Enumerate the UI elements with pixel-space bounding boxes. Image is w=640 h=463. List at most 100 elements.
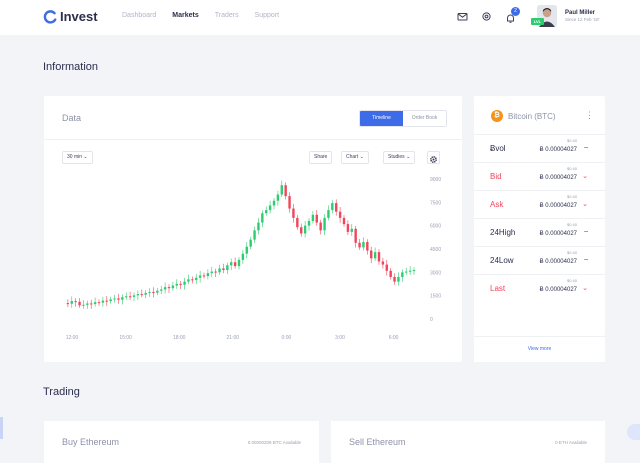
candle-body xyxy=(265,210,268,214)
share-button[interactable]: Share xyxy=(309,151,333,164)
candle-body xyxy=(245,246,248,254)
user-name[interactable]: Paul Miller xyxy=(565,10,595,16)
stat-usd: $0.40 xyxy=(566,166,577,171)
candle-body xyxy=(105,300,108,302)
candle-body xyxy=(288,196,291,209)
candle-body xyxy=(300,227,303,234)
stat-usd: $0.40 xyxy=(566,222,577,227)
view-more-link[interactable]: View more xyxy=(474,336,605,362)
candle-body xyxy=(350,228,353,232)
candle-body xyxy=(109,299,112,302)
candle-body xyxy=(163,287,167,290)
level-badge: LVL xyxy=(531,18,544,25)
y-tick-label: 4500 xyxy=(430,247,441,253)
candle-body xyxy=(362,242,365,248)
stat-value: Ƀ 0.00004027 xyxy=(539,147,577,153)
divider xyxy=(44,139,462,140)
logo[interactable]: Invest xyxy=(43,9,98,24)
candle-body xyxy=(303,225,307,234)
candle-body xyxy=(74,301,77,303)
candle-body xyxy=(198,275,202,278)
candle-body xyxy=(202,275,206,277)
chevron-down-icon: ⌄ xyxy=(83,154,88,160)
candle-body xyxy=(412,270,416,271)
dash-icon: – xyxy=(584,144,588,151)
chart-type-select[interactable]: Chart ⌄ xyxy=(341,151,369,164)
interval-select[interactable]: 30 min ⌄ xyxy=(62,151,93,164)
price-chart[interactable]: 9000 7500 6000 4500 3000 1500 0 12:00 15:00 18:00… xyxy=(44,165,462,345)
stat-label: 24High xyxy=(490,228,516,237)
y-tick-label: 3000 xyxy=(430,270,441,276)
stat-label: Bid xyxy=(490,172,502,181)
stat-label: Ƀvol xyxy=(490,144,506,153)
candle-body xyxy=(156,290,159,293)
candle-body xyxy=(257,222,260,231)
candle-body xyxy=(296,217,299,228)
candle-body xyxy=(66,303,70,305)
stat-row-24high: 24High $0.40 Ƀ 0.00004027 – xyxy=(474,218,605,246)
chevron-down-icon: ⌄ xyxy=(406,154,411,160)
more-options-icon[interactable]: ⋮ xyxy=(585,110,594,121)
studies-select[interactable]: Studies ⌄ xyxy=(383,151,416,164)
nav-item-dashboard[interactable]: Dashboard xyxy=(122,12,156,19)
y-tick-label: 9000 xyxy=(430,177,441,183)
sell-title: Sell Ethereum xyxy=(349,437,406,447)
nav-item-traders[interactable]: Traders xyxy=(215,12,239,19)
nav-item-markets[interactable]: Markets xyxy=(172,12,198,19)
chat-bubble[interactable] xyxy=(627,424,640,440)
chevron-down-icon: ⌄ xyxy=(582,201,588,208)
candle-body xyxy=(241,253,245,260)
notifications[interactable]: 2 xyxy=(505,7,520,23)
stat-usd: $0.40 xyxy=(566,278,577,283)
candle-body xyxy=(148,291,151,293)
candle-body xyxy=(210,271,213,274)
chart-label: Chart xyxy=(346,154,359,160)
tab-timeline[interactable]: Timeline xyxy=(360,111,403,126)
candle-body xyxy=(128,296,132,298)
candle-body xyxy=(354,228,357,243)
btc-header: ₿ Bitcoin (BTC) xyxy=(491,110,556,122)
stat-row-bvol: Ƀvol $0.40 Ƀ 0.00004027 – xyxy=(474,134,605,162)
chart-settings-button[interactable] xyxy=(427,151,440,164)
gear-icon xyxy=(430,156,437,163)
tab-order-book[interactable]: Order Book xyxy=(403,111,446,126)
sell-ethereum-card: Sell Ethereum 0 ETH Available xyxy=(331,421,605,463)
candle-body xyxy=(405,271,408,273)
dash-icon: – xyxy=(584,256,588,263)
candle-body xyxy=(90,303,93,305)
mail-icon[interactable] xyxy=(457,11,468,22)
candle-body xyxy=(253,230,256,240)
x-tick-label: 3:00 xyxy=(335,335,345,341)
candle-body xyxy=(214,271,217,273)
y-tick-label: 6000 xyxy=(430,224,441,230)
user-since: Since 12 Feb '18' xyxy=(565,17,600,22)
candle-body xyxy=(249,239,252,247)
candle-body xyxy=(167,287,171,289)
candle-body xyxy=(82,304,85,306)
x-tick-label: 12:00 xyxy=(66,335,79,341)
candle-body xyxy=(358,242,361,248)
y-tick-label: 7500 xyxy=(430,200,441,206)
candle-body xyxy=(307,221,311,226)
trading-title: Trading xyxy=(43,386,80,398)
candle-body xyxy=(272,200,276,206)
candle-body xyxy=(97,302,101,304)
nav-item-support[interactable]: Support xyxy=(255,12,280,19)
stat-row-last: Last $0.40 Ƀ 0.00004027 ⌄ xyxy=(474,274,605,302)
candle-body xyxy=(222,268,225,270)
main-nav: Dashboard Markets Traders Support xyxy=(122,12,279,19)
stat-row-24low: 24Low $0.40 Ƀ 0.00004027 – xyxy=(474,246,605,274)
stat-label: 24Low xyxy=(490,256,514,265)
stat-row-ask: Ask $0.40 Ƀ 0.00004027 ⌄ xyxy=(474,190,605,218)
side-tab[interactable] xyxy=(0,417,3,439)
candle-body xyxy=(195,277,198,281)
settings-icon[interactable] xyxy=(481,11,492,22)
candle-body xyxy=(191,279,194,281)
candle-body xyxy=(117,298,120,300)
candle-body xyxy=(175,283,178,286)
candle-body xyxy=(101,300,105,303)
candle-body xyxy=(144,292,147,295)
candle-body xyxy=(140,294,143,296)
view-toggle: Timeline Order Book xyxy=(359,110,447,127)
x-tick-label: 21:00 xyxy=(227,335,240,341)
